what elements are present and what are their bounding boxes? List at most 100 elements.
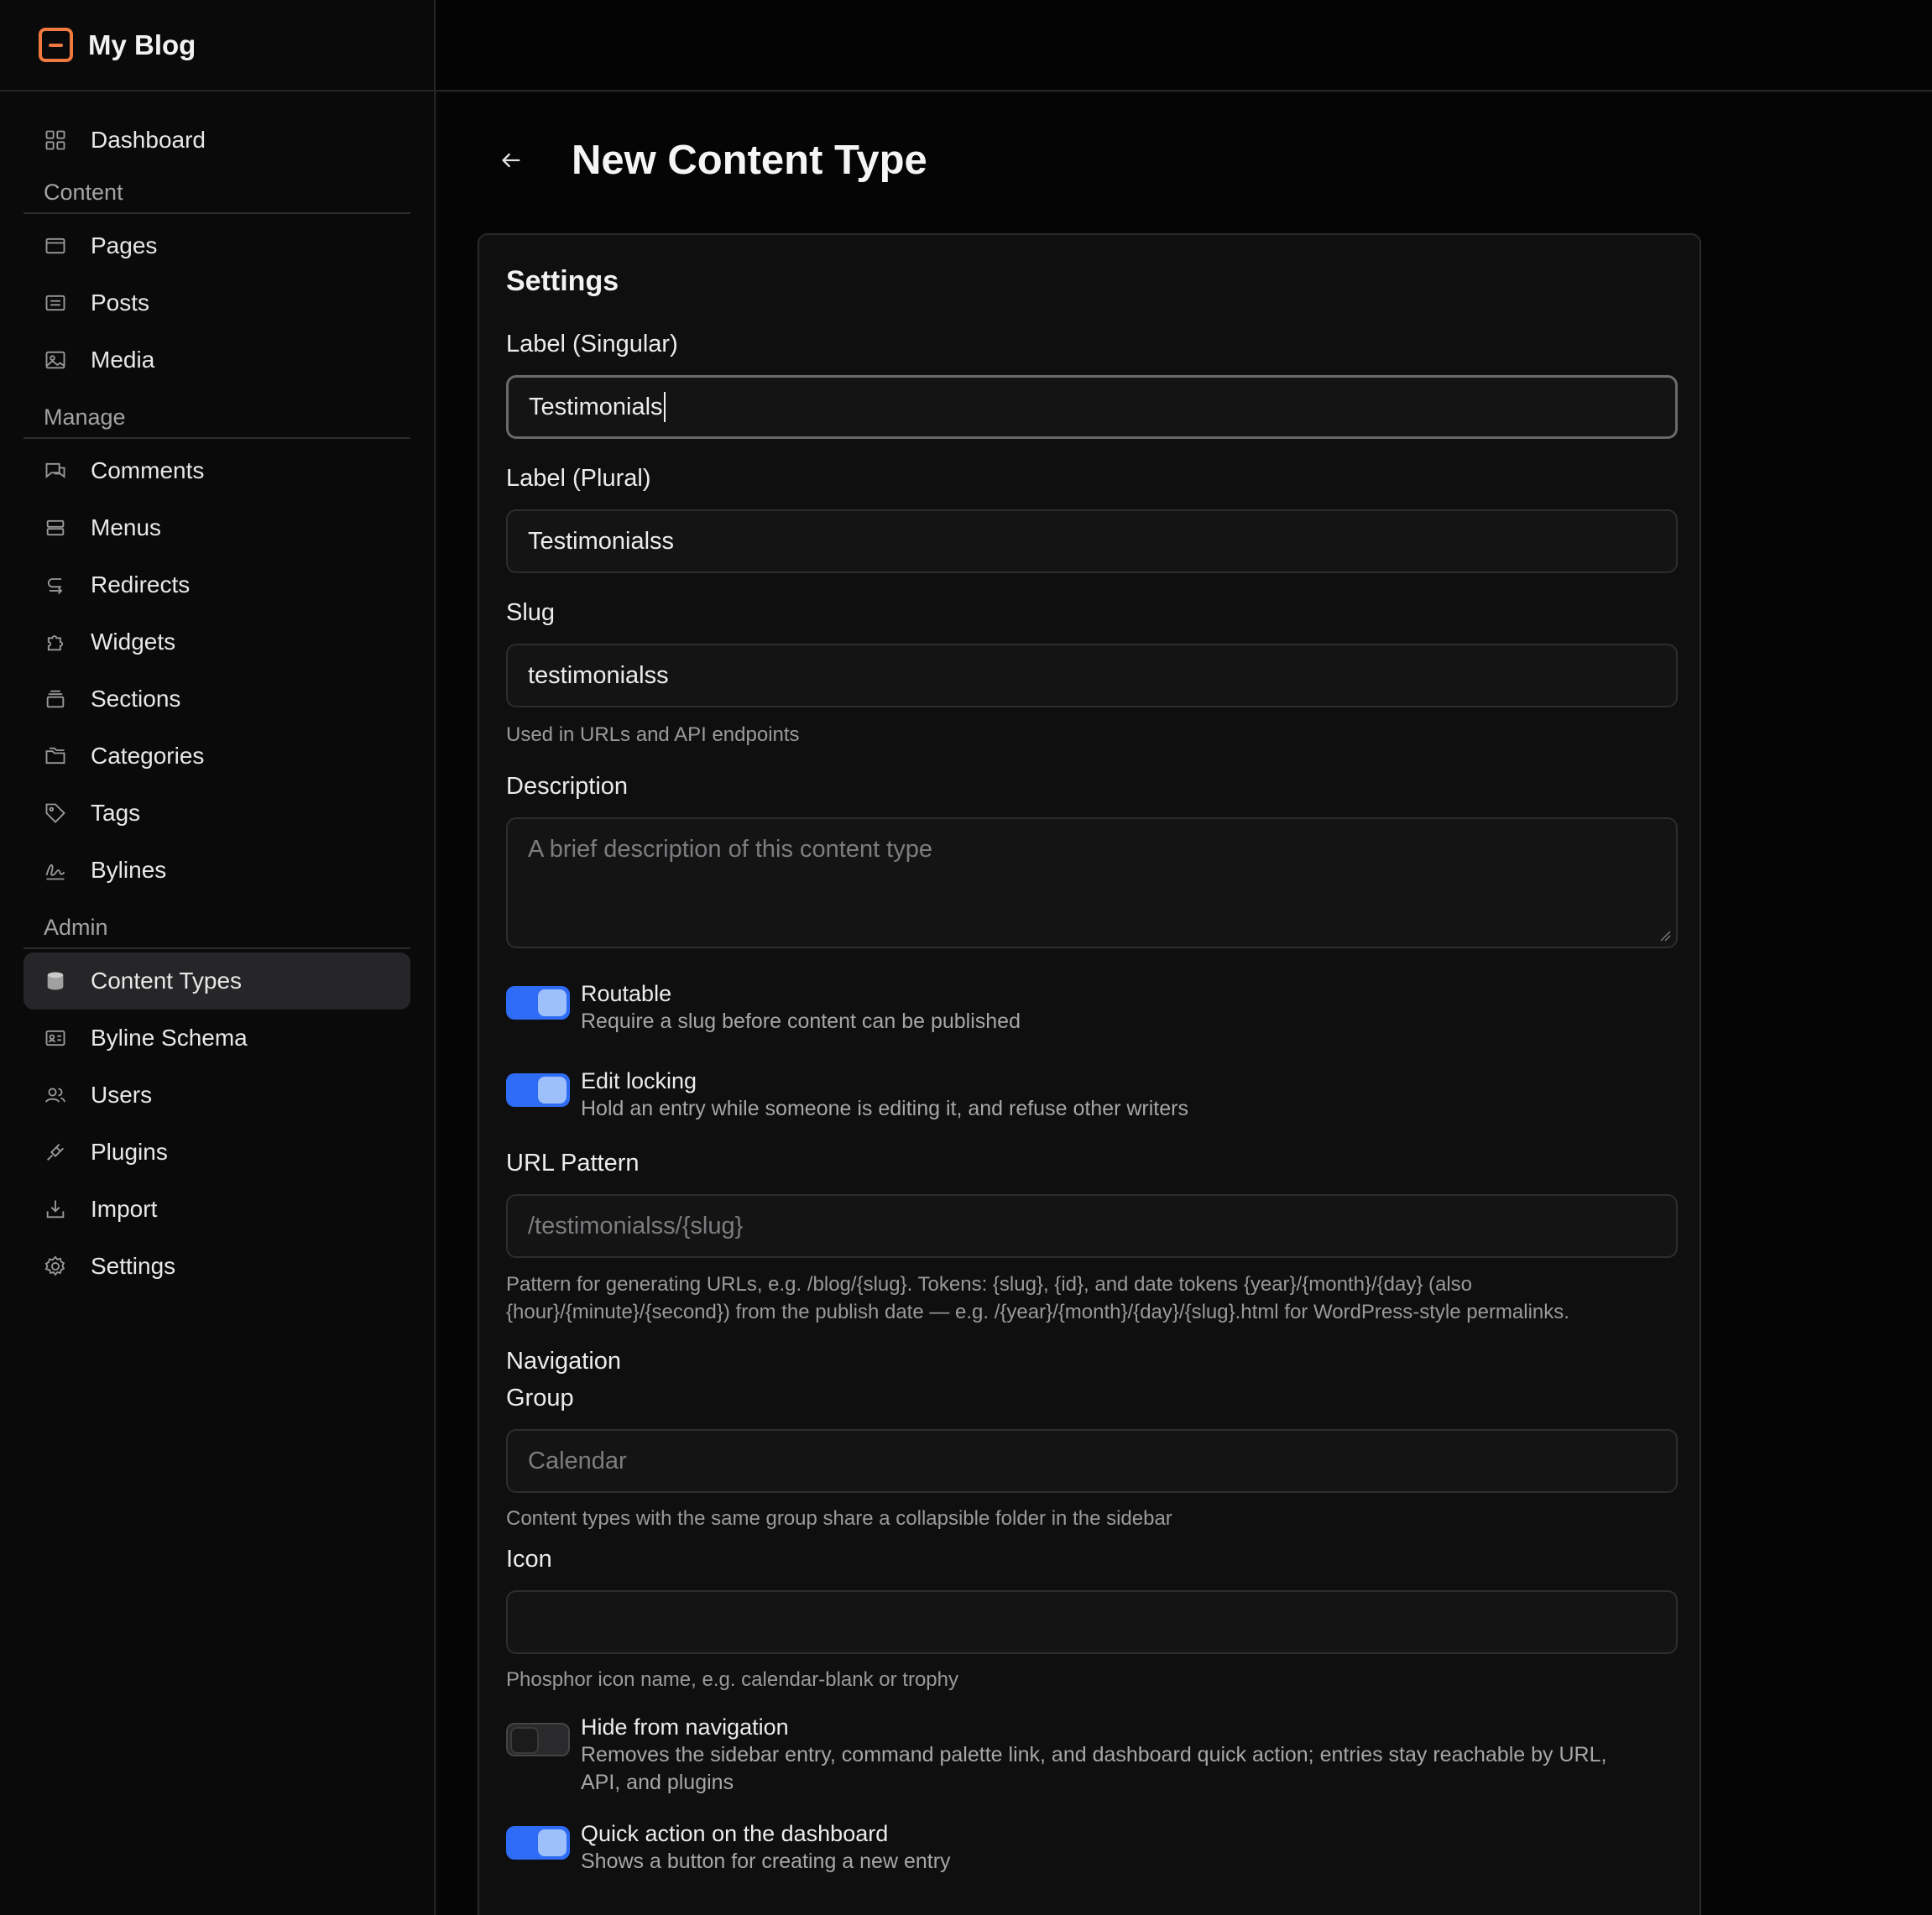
sidebar-item-media[interactable]: Media [23, 331, 410, 389]
folders-icon [44, 744, 67, 768]
main-content: New Content Type Settings Label (Singula… [437, 93, 1932, 1915]
sidebar-item-categories[interactable]: Categories [23, 728, 410, 785]
edit-locking-row: Edit locking Hold an entry while someone… [506, 1067, 1188, 1123]
sidebar-item-redirects[interactable]: Redirects [23, 556, 410, 613]
hide-nav-toggle[interactable] [506, 1723, 570, 1756]
description-textarea[interactable]: A brief description of this content type [506, 817, 1678, 948]
icon-input[interactable] [506, 1590, 1678, 1654]
sidebar-nav: Dashboard Content Pages Posts Media Mana… [0, 91, 434, 1295]
hide-nav-desc-line1: Removes the sidebar entry, command palet… [581, 1743, 1607, 1766]
quick-action-desc: Shows a button for creating a new entry [581, 1850, 951, 1873]
group-input[interactable]: Calendar [506, 1429, 1678, 1493]
text-caret [663, 392, 666, 422]
signature-icon [44, 858, 67, 882]
edit-locking-title: Edit locking [581, 1068, 697, 1093]
sidebar-item-label: Plugins [91, 1139, 168, 1165]
brand-logo-icon [39, 28, 73, 62]
routable-desc: Require a slug before content can be pub… [581, 1010, 1021, 1033]
slug-input[interactable]: testimonialss [506, 644, 1678, 707]
slug-value: testimonialss [528, 661, 669, 689]
quick-action-toggle[interactable] [506, 1826, 570, 1860]
navigation-heading: Navigation [506, 1348, 622, 1375]
sidebar-item-label: Menus [91, 514, 162, 540]
quick-action-row: Quick action on the dashboard Shows a bu… [506, 1819, 951, 1876]
chat-icon [44, 459, 67, 483]
group-label: Group [506, 1385, 574, 1411]
sidebar-item-users[interactable]: Users [23, 1067, 410, 1124]
sidebar-item-comments[interactable]: Comments [23, 442, 410, 499]
routable-text: Routable Require a slug before content c… [581, 979, 1021, 1036]
url-pattern-help-line2: {hour}/{minute}/{second}) from the publi… [506, 1301, 1569, 1323]
toggle-knob [538, 1829, 567, 1856]
label-plural-input[interactable]: Testimonialss [506, 509, 1678, 573]
sidebar-item-label: Bylines [91, 857, 167, 883]
sidebar-item-label: Tags [91, 800, 141, 826]
edit-locking-toggle[interactable] [506, 1073, 570, 1107]
label-singular-input[interactable]: Testimonials [506, 375, 1678, 439]
sidebar-item-label: Import [91, 1196, 158, 1222]
toggle-knob [538, 1077, 567, 1104]
toggle-knob [510, 1727, 539, 1754]
sidebar-item-import[interactable]: Import [23, 1181, 410, 1238]
sidebar-item-label: Posts [91, 290, 150, 316]
page-header: New Content Type [494, 137, 927, 184]
group-placeholder: Calendar [528, 1447, 627, 1474]
plug-icon [44, 1140, 67, 1164]
sidebar-item-menus[interactable]: Menus [23, 499, 410, 556]
hide-nav-desc-line2: API, and plugins [581, 1771, 734, 1794]
sidebar-item-plugins[interactable]: Plugins [23, 1124, 410, 1181]
tag-icon [44, 801, 67, 825]
arrow-left-icon [502, 153, 520, 168]
brand-name: My Blog [88, 29, 196, 60]
nav-section-content: Content [23, 169, 410, 214]
sidebar-item-settings[interactable]: Settings [23, 1238, 410, 1295]
sidebar-item-label: Sections [91, 686, 181, 712]
sidebar-item-tags[interactable]: Tags [23, 785, 410, 842]
sidebar-item-widgets[interactable]: Widgets [23, 613, 410, 671]
puzzle-icon [44, 630, 67, 654]
redirect-icon [44, 573, 67, 597]
sidebar-item-pages[interactable]: Pages [23, 217, 410, 274]
id-card-icon [44, 1026, 67, 1050]
edit-locking-text: Edit locking Hold an entry while someone… [581, 1067, 1188, 1123]
edit-locking-desc: Hold an entry while someone is editing i… [581, 1097, 1188, 1120]
sidebar-item-label: Byline Schema [91, 1025, 248, 1051]
menu-stack-icon [44, 516, 67, 540]
sidebar-item-sections[interactable]: Sections [23, 671, 410, 728]
sidebar-item-label: Redirects [91, 571, 191, 597]
sidebar-item-posts[interactable]: Posts [23, 274, 410, 331]
settings-heading: Settings [506, 265, 619, 297]
hide-nav-row: Hide from navigation Removes the sidebar… [506, 1713, 1606, 1797]
grid-icon [44, 128, 67, 152]
label-singular-label: Label (Singular) [506, 331, 678, 357]
description-label: Description [506, 773, 629, 800]
label-plural-label: Label (Plural) [506, 465, 651, 492]
sidebar-item-label: Settings [91, 1253, 176, 1279]
sidebar-item-byline-schema[interactable]: Byline Schema [23, 1010, 410, 1067]
sidebar-item-label: Comments [91, 457, 205, 483]
hide-nav-title: Hide from navigation [581, 1714, 789, 1740]
sidebar-item-content-types[interactable]: Content Types [23, 952, 410, 1010]
article-icon [44, 291, 67, 315]
download-tray-icon [44, 1198, 67, 1221]
url-pattern-input[interactable]: /testimonialss/{slug} [506, 1194, 1678, 1258]
url-pattern-help: Pattern for generating URLs, e.g. /blog/… [506, 1271, 1569, 1326]
routable-toggle[interactable] [506, 986, 570, 1020]
sidebar-item-label: Content Types [91, 968, 243, 994]
label-plural-value: Testimonialss [528, 527, 675, 555]
sidebar-item-bylines[interactable]: Bylines [23, 842, 410, 899]
sidebar-item-label: Media [91, 347, 155, 373]
page-title: New Content Type [572, 138, 927, 183]
resize-grip-icon[interactable] [1659, 930, 1671, 942]
hide-nav-text: Hide from navigation Removes the sidebar… [581, 1713, 1606, 1797]
back-button[interactable] [494, 143, 528, 177]
users-icon [44, 1083, 67, 1107]
icon-label: Icon [506, 1546, 552, 1573]
database-icon [44, 969, 67, 993]
slug-help: Used in URLs and API endpoints [506, 723, 800, 746]
gear-icon [44, 1255, 67, 1278]
brand[interactable]: My Blog [0, 0, 434, 91]
url-pattern-placeholder: /testimonialss/{slug} [528, 1212, 744, 1239]
sidebar-item-dashboard[interactable]: Dashboard [23, 112, 410, 169]
nav-section-admin: Admin [23, 899, 410, 949]
